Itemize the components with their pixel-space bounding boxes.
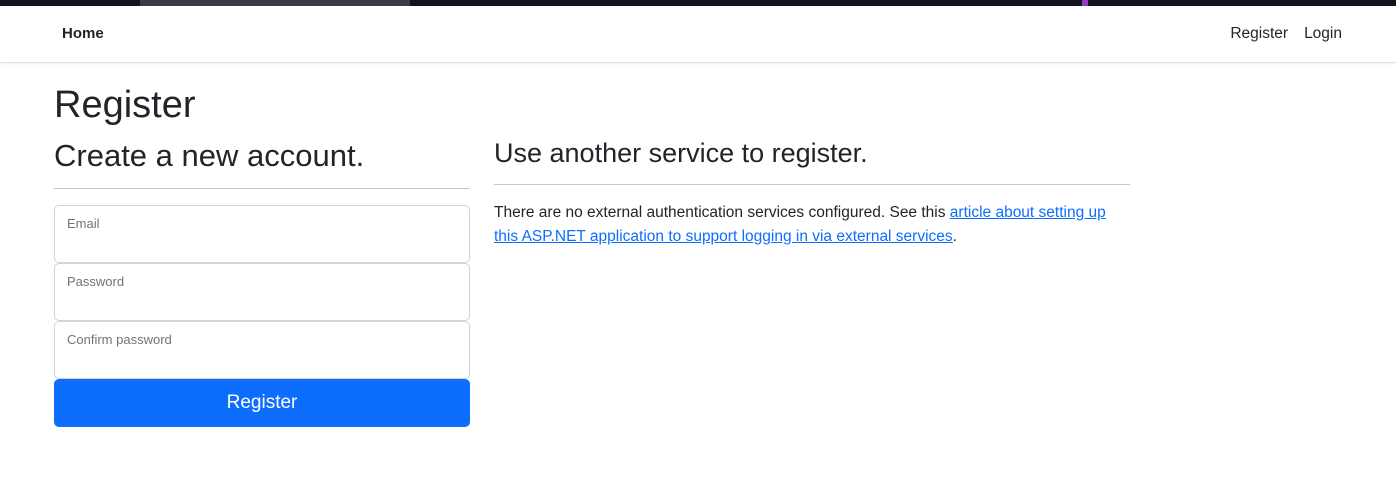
nav-right-links: Register Login — [1230, 25, 1342, 43]
navbar: Home Register Login — [0, 6, 1396, 63]
register-button[interactable]: Register — [54, 379, 470, 427]
page-title: Register — [54, 84, 196, 126]
external-divider — [494, 184, 1130, 185]
password-field[interactable]: Password — [54, 263, 470, 321]
external-text-after: . — [952, 228, 957, 245]
email-input[interactable] — [67, 236, 457, 258]
form-heading: Create a new account. — [54, 138, 365, 173]
password-label: Password — [67, 274, 125, 289]
confirm-password-field[interactable]: Confirm password — [54, 321, 470, 379]
external-services-section: Use another service to register. There a… — [494, 134, 1130, 249]
email-field[interactable]: Email — [54, 205, 470, 263]
external-text-before: There are no external authentication ser… — [494, 204, 950, 221]
register-form-section: Create a new account. Email Password Con… — [54, 136, 470, 427]
nav-login-link[interactable]: Login — [1304, 25, 1342, 43]
email-label: Email — [67, 216, 100, 231]
nav-register-link[interactable]: Register — [1230, 25, 1288, 43]
nav-home-link[interactable]: Home — [62, 25, 104, 42]
password-input[interactable] — [67, 294, 457, 316]
external-info-text: There are no external authentication ser… — [494, 201, 1130, 249]
confirm-password-label: Confirm password — [67, 332, 172, 347]
external-heading: Use another service to register. — [494, 138, 868, 168]
confirm-password-input[interactable] — [67, 352, 457, 374]
form-divider — [54, 188, 470, 189]
